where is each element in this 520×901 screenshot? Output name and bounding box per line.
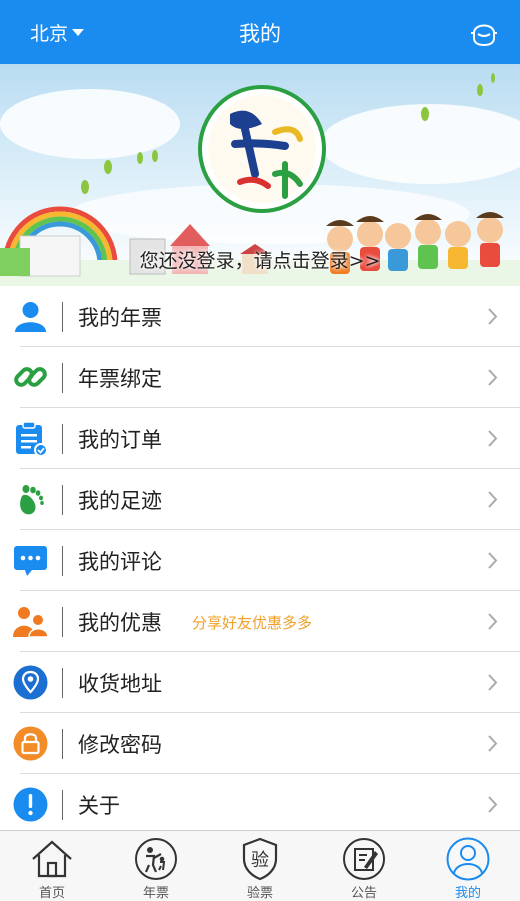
tab-label: 验票 <box>246 886 273 901</box>
chevron-right-icon <box>488 430 498 447</box>
user-icon <box>15 302 46 332</box>
annual-ticket-icon <box>135 838 177 880</box>
bottom-tab-bar: 首页 年票 验 验票 公告 我的 <box>0 830 520 901</box>
tab-profile[interactable]: 我的 <box>416 831 520 901</box>
menu-item-shipping-address[interactable]: 收货地址 <box>0 652 520 713</box>
footprint-icon <box>20 485 44 515</box>
chevron-right-icon <box>488 308 498 325</box>
verify-ticket-icon: 验 <box>242 837 278 881</box>
location-icon <box>13 665 48 700</box>
tab-label: 我的 <box>454 886 481 901</box>
tab-home[interactable]: 首页 <box>0 831 104 901</box>
top-bar: 北京 我的 <box>0 0 520 64</box>
tab-notice[interactable]: 公告 <box>312 831 416 901</box>
clipboard-icon <box>16 421 48 456</box>
menu-item-my-annual-ticket[interactable]: 我的年票 <box>0 286 520 347</box>
menu-item-ticket-binding[interactable]: 年票绑定 <box>0 347 520 408</box>
link-icon <box>14 367 47 387</box>
divider <box>62 485 63 515</box>
chevron-right-icon <box>488 674 498 691</box>
menu-item-label: 我的年票 <box>78 306 162 330</box>
home-icon <box>32 840 72 878</box>
menu-item-label: 我的订单 <box>78 428 162 452</box>
tab-label: 首页 <box>38 886 65 901</box>
login-banner[interactable]: 您还没登录，请点击登录>> <box>0 64 520 286</box>
family-icon <box>13 607 48 638</box>
menu-item-my-footprints[interactable]: 我的足迹 <box>0 469 520 530</box>
divider <box>62 790 63 820</box>
chevron-right-icon <box>488 552 498 569</box>
menu-list: 我的年票 年票绑定 我的订单 我的足迹 我的评论 我的优惠 分享好友优惠多多 收… <box>0 286 520 835</box>
divider <box>62 363 63 393</box>
share-promo-hint: 分享好友优惠多多 <box>192 614 313 632</box>
chevron-right-icon <box>488 491 498 508</box>
menu-item-label: 收货地址 <box>78 672 162 696</box>
menu-item-my-discounts[interactable]: 我的优惠 分享好友优惠多多 <box>0 591 520 652</box>
tab-label: 公告 <box>350 886 377 901</box>
info-icon <box>13 787 48 822</box>
menu-item-my-comments[interactable]: 我的评论 <box>0 530 520 591</box>
menu-item-my-orders[interactable]: 我的订单 <box>0 408 520 469</box>
tab-verify-ticket[interactable]: 验 验票 <box>208 831 312 901</box>
menu-item-about[interactable]: 关于 <box>0 774 520 835</box>
lock-icon <box>13 726 48 761</box>
chevron-right-icon <box>488 369 498 386</box>
customer-service-icon[interactable] <box>468 16 500 48</box>
menu-item-label: 年票绑定 <box>78 367 162 391</box>
menu-item-change-password[interactable]: 修改密码 <box>0 713 520 774</box>
tab-annual-ticket[interactable]: 年票 <box>104 831 208 901</box>
menu-item-label: 修改密码 <box>78 733 162 757</box>
notice-icon <box>343 838 385 880</box>
verify-glyph: 验 <box>251 850 269 871</box>
menu-item-label: 我的优惠 <box>78 611 162 635</box>
divider <box>62 302 63 332</box>
divider <box>62 668 63 698</box>
divider <box>62 424 63 454</box>
comment-icon <box>14 546 47 576</box>
divider <box>62 546 63 576</box>
menu-item-label: 我的足迹 <box>78 489 162 513</box>
chevron-right-icon <box>488 796 498 813</box>
menu-item-label: 我的评论 <box>78 550 162 574</box>
menu-item-label: 关于 <box>78 794 120 818</box>
divider <box>62 607 63 637</box>
chevron-right-icon <box>488 613 498 630</box>
divider <box>62 729 63 759</box>
login-prompt[interactable]: 您还没登录，请点击登录>> <box>0 246 520 273</box>
tab-label: 年票 <box>142 886 169 901</box>
chevron-right-icon <box>488 735 498 752</box>
page-title: 我的 <box>239 22 281 46</box>
profile-icon <box>446 837 490 881</box>
